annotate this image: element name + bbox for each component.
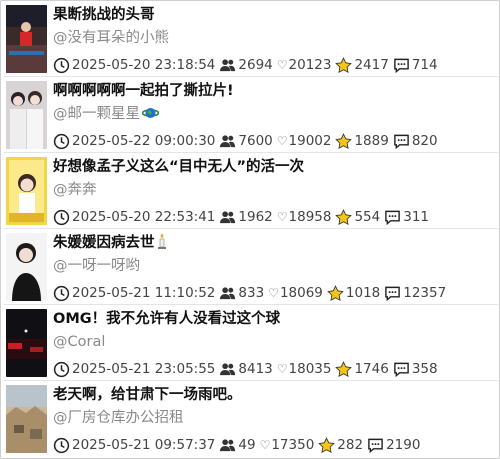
feed-item[interactable]: 朱媛媛因病去世 @一呀一呀哟 2025-05-21 11:10:52 833 ♡… <box>4 231 498 305</box>
comment-icon <box>384 285 401 302</box>
post-comments: 2190 <box>386 437 421 453</box>
heart-icon: ♡ <box>268 286 279 300</box>
post-title-text: 朱媛媛因病去世 <box>53 235 155 251</box>
clock-icon <box>53 361 70 378</box>
post-views: 7600 <box>238 133 273 149</box>
feed-item[interactable]: 老天啊，给甘肃下一场雨吧。 @厂房仓库办公招租 2025-05-21 09:57… <box>4 383 498 457</box>
users-icon <box>219 361 236 378</box>
post-stars: 554 <box>354 209 381 225</box>
candle-icon <box>157 233 167 255</box>
users-icon <box>219 133 236 150</box>
comment-icon <box>393 361 410 378</box>
post-time: 2025-05-20 22:53:41 <box>72 209 216 225</box>
post-author-name: @邮一颗星星 <box>53 106 140 122</box>
post-comments: 714 <box>411 57 438 73</box>
clock-icon <box>53 133 70 150</box>
post-meta: 2025-05-20 22:53:41 1962 ♡ 18958 554 311 <box>53 207 433 227</box>
heart-icon: ♡ <box>259 438 271 452</box>
star-icon <box>335 56 353 74</box>
heart-icon: ♡ <box>276 58 288 72</box>
post-likes: 18958 <box>288 209 332 225</box>
post-meta: 2025-05-21 11:10:52 833 ♡ 18069 1018 123… <box>53 283 450 303</box>
post-views: 8413 <box>238 361 273 377</box>
feed-item[interactable]: OMG！我不允许有人没看过这个球 @Coral 2025-05-21 23:05… <box>4 307 498 381</box>
post-thumbnail[interactable] <box>6 385 47 453</box>
post-title[interactable]: OMG！我不允许有人没看过这个球 <box>53 309 493 329</box>
clock-icon <box>53 209 70 226</box>
post-views: 833 <box>238 285 265 301</box>
comment-icon <box>393 57 410 74</box>
post-title[interactable]: 啊啊啊啊啊一起拍了撕拉片! <box>53 81 493 101</box>
post-likes: 18035 <box>288 361 332 377</box>
clock-icon <box>53 285 70 302</box>
post-stars: 1018 <box>345 285 381 301</box>
post-stars: 282 <box>337 437 364 453</box>
star-icon <box>335 208 353 226</box>
post-likes: 20123 <box>288 57 332 73</box>
comment-icon <box>384 209 401 226</box>
post-thumbnail[interactable] <box>6 233 47 301</box>
star-icon <box>335 132 353 150</box>
clock-icon <box>53 437 70 454</box>
post-time: 2025-05-21 09:57:37 <box>72 437 216 453</box>
post-thumbnail[interactable] <box>6 309 47 377</box>
comment-icon <box>393 133 410 150</box>
post-time: 2025-05-20 23:18:54 <box>72 57 216 73</box>
feed-item[interactable]: 果断挑战的头哥 @没有耳朵的小熊 2025-05-20 23:18:54 269… <box>4 3 498 77</box>
feed-panel: 果断挑战的头哥 @没有耳朵的小熊 2025-05-20 23:18:54 269… <box>0 0 500 459</box>
post-meta: 2025-05-20 23:18:54 2694 ♡ 20123 2417 71… <box>53 55 442 75</box>
post-comments: 820 <box>411 133 438 149</box>
emoji-planet-icon <box>141 105 160 128</box>
post-stars: 1889 <box>354 133 389 149</box>
comment-icon <box>367 437 384 454</box>
post-views: 2694 <box>238 57 273 73</box>
heart-icon: ♡ <box>276 210 288 224</box>
users-icon <box>219 285 236 302</box>
post-views: 1962 <box>238 209 273 225</box>
users-icon <box>219 209 236 226</box>
feed-item[interactable]: 啊啊啊啊啊一起拍了撕拉片! @邮一颗星星 2025-05-22 09:00:30… <box>4 79 498 153</box>
post-title[interactable]: 朱媛媛因病去世 <box>53 233 493 255</box>
feed-item[interactable]: 好想像孟子义这么“目中无人”的活一次 @奔奔 2025-05-20 22:53:… <box>4 155 498 229</box>
post-author[interactable]: @一呀一呀哟 <box>53 255 493 277</box>
post-title[interactable]: 老天啊，给甘肃下一场雨吧。 <box>53 385 493 405</box>
post-thumbnail[interactable] <box>6 5 47 73</box>
clock-icon <box>53 57 70 74</box>
heart-icon: ♡ <box>276 134 288 148</box>
post-views: 49 <box>238 437 256 453</box>
heart-icon: ♡ <box>276 362 288 376</box>
post-time: 2025-05-21 23:05:55 <box>72 361 216 377</box>
post-author[interactable]: @厂房仓库办公招租 <box>53 407 493 429</box>
post-thumbnail[interactable] <box>6 81 47 149</box>
post-meta: 2025-05-22 09:00:30 7600 ♡ 19002 1889 82… <box>53 131 442 151</box>
post-comments: 311 <box>403 209 430 225</box>
post-thumbnail[interactable] <box>6 157 47 225</box>
post-title[interactable]: 好想像孟子义这么“目中无人”的活一次 <box>53 157 493 177</box>
post-comments: 358 <box>411 361 438 377</box>
post-title[interactable]: 果断挑战的头哥 <box>53 5 493 25</box>
post-author[interactable]: @没有耳朵的小熊 <box>53 27 493 49</box>
post-likes: 19002 <box>288 133 332 149</box>
users-icon <box>219 437 236 454</box>
post-time: 2025-05-22 09:00:30 <box>72 133 216 149</box>
post-author[interactable]: @Coral <box>53 331 493 353</box>
post-author[interactable]: @奔奔 <box>53 179 493 201</box>
post-comments: 12357 <box>403 285 447 301</box>
star-icon <box>318 436 336 454</box>
users-icon <box>219 57 236 74</box>
post-time: 2025-05-21 11:10:52 <box>72 285 216 301</box>
post-stars: 2417 <box>354 57 389 73</box>
star-icon <box>327 284 344 302</box>
post-meta: 2025-05-21 23:05:55 8413 ♡ 18035 1746 35… <box>53 359 442 379</box>
post-stars: 1746 <box>354 361 389 377</box>
post-likes: 18069 <box>279 285 323 301</box>
post-meta: 2025-05-21 09:57:37 49 ♡ 17350 282 2190 <box>53 435 424 455</box>
post-author[interactable]: @邮一颗星星 <box>53 103 493 128</box>
post-likes: 17350 <box>271 437 315 453</box>
star-icon <box>335 360 353 378</box>
